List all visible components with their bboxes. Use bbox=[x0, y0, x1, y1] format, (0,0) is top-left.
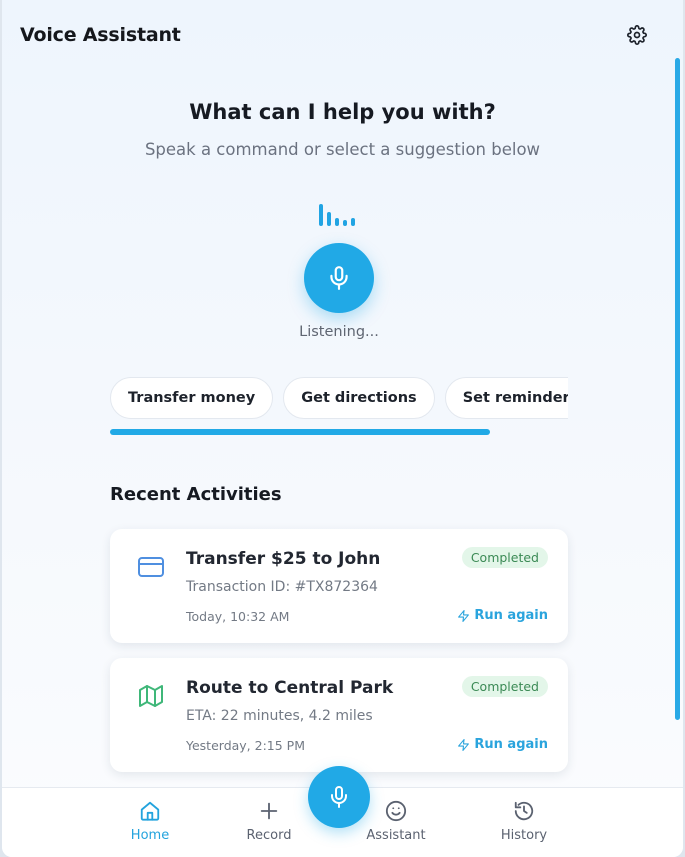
listening-status: Listening... bbox=[299, 324, 379, 340]
nav-item-history[interactable]: History bbox=[476, 788, 572, 857]
activity-card[interactable]: Route to Central Park ETA: 22 minutes, 4… bbox=[110, 658, 568, 772]
lightning-icon bbox=[458, 738, 470, 751]
status-badge: Completed bbox=[461, 676, 548, 697]
wave-bar bbox=[351, 218, 355, 226]
activity-title: Transfer $25 to John bbox=[186, 549, 381, 569]
nav-label: Home bbox=[130, 828, 170, 843]
run-again-label: Run again bbox=[474, 608, 548, 623]
run-again-button[interactable]: Run again bbox=[457, 608, 548, 623]
page-scrollbar[interactable] bbox=[675, 58, 680, 720]
hero-title: What can I help you with? bbox=[189, 100, 496, 124]
suggestion-chip-set-reminder[interactable]: Set reminder bbox=[444, 377, 568, 419]
activity-card[interactable]: Transfer $25 to John Transaction ID: #TX… bbox=[110, 529, 568, 643]
nav-item-record[interactable]: Record bbox=[221, 788, 317, 857]
nav-item-home[interactable]: Home bbox=[102, 788, 198, 857]
nav-label: History bbox=[500, 828, 548, 843]
settings-button[interactable] bbox=[626, 24, 648, 46]
microphone-icon bbox=[331, 786, 347, 808]
suggestion-chip-get-directions[interactable]: Get directions bbox=[283, 377, 435, 419]
audio-wave-icon bbox=[319, 202, 361, 226]
nav-label: Record bbox=[246, 828, 292, 843]
smile-icon bbox=[385, 800, 407, 822]
microphone-button[interactable] bbox=[304, 243, 374, 313]
wave-bar bbox=[319, 204, 323, 226]
chips-scrollbar[interactable] bbox=[110, 429, 490, 435]
wave-bar bbox=[343, 220, 347, 226]
voice-fab-button[interactable] bbox=[308, 766, 370, 828]
header: Voice Assistant bbox=[2, 0, 683, 68]
wave-bar bbox=[335, 218, 339, 226]
nav-label: Assistant bbox=[366, 828, 426, 843]
activity-time: Today, 10:32 AM bbox=[186, 609, 290, 624]
app-window: Voice Assistant What can I help you with… bbox=[2, 0, 683, 857]
history-icon bbox=[514, 801, 534, 821]
activity-time: Yesterday, 2:15 PM bbox=[186, 738, 305, 753]
status-badge: Completed bbox=[461, 547, 548, 568]
suggestion-chip-transfer-money[interactable]: Transfer money bbox=[110, 377, 274, 419]
plus-icon bbox=[260, 802, 278, 820]
microphone-icon bbox=[330, 266, 348, 290]
lightning-icon bbox=[458, 609, 470, 622]
activity-detail: ETA: 22 minutes, 4.2 miles bbox=[186, 708, 373, 724]
map-icon bbox=[134, 680, 168, 712]
run-again-button[interactable]: Run again bbox=[457, 737, 548, 752]
activity-title: Route to Central Park bbox=[186, 678, 394, 698]
gear-icon bbox=[627, 25, 647, 45]
recent-activities-title: Recent Activities bbox=[110, 484, 282, 505]
credit-card-icon bbox=[134, 551, 168, 583]
home-icon bbox=[140, 801, 160, 821]
app-title: Voice Assistant bbox=[20, 24, 181, 46]
hero-subtitle: Speak a command or select a suggestion b… bbox=[144, 140, 541, 159]
suggestion-chips: Transfer money Get directions Set remind… bbox=[110, 377, 568, 423]
wave-bar bbox=[327, 212, 331, 226]
run-again-label: Run again bbox=[474, 737, 548, 752]
activity-detail: Transaction ID: #TX872364 bbox=[186, 579, 378, 595]
